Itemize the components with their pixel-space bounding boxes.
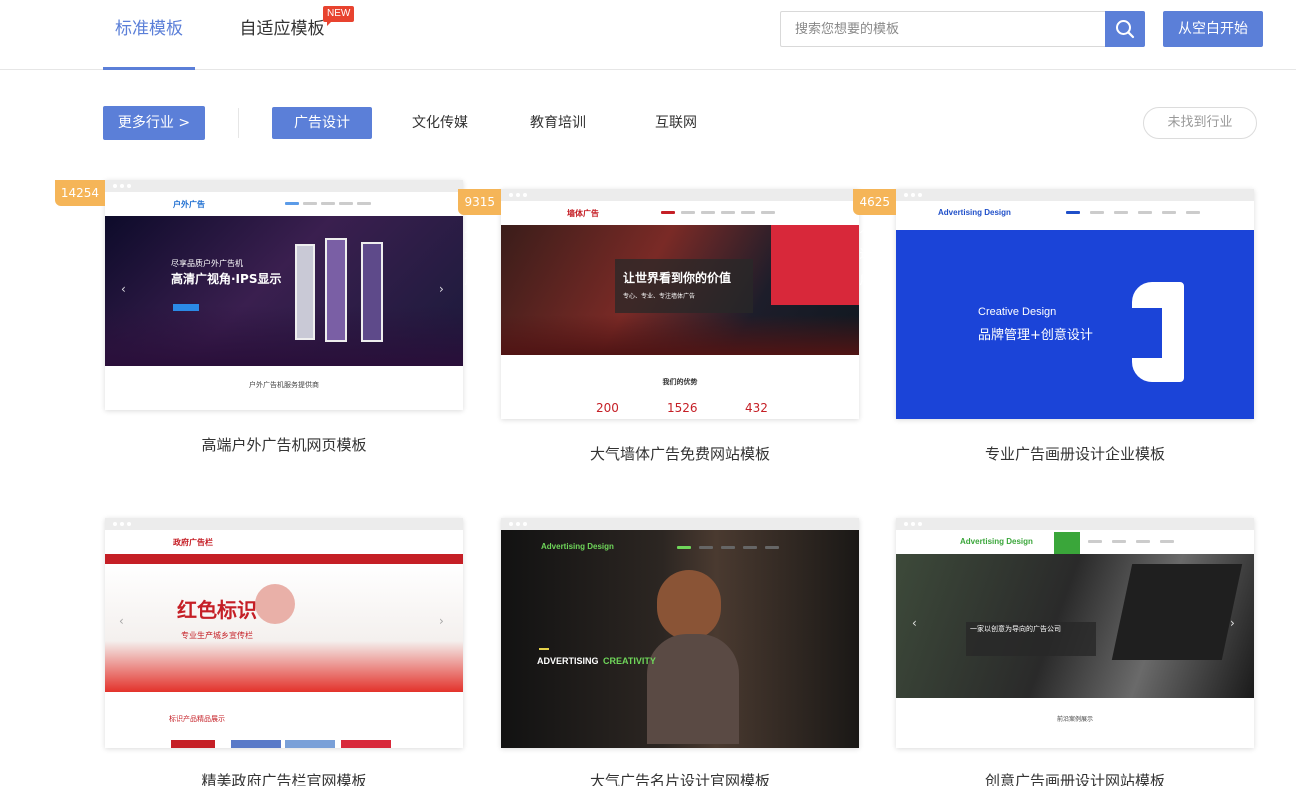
template-thumbnail: 户外广告 尽享品质户外广告机 高清广视角·IPS显示 ‹ › 户外广告机服务提供… xyxy=(105,180,463,410)
preview-hero-subtitle: Creative Design xyxy=(978,306,1057,318)
search-icon xyxy=(1116,20,1135,39)
template-title[interactable]: 大气墙体广告免费网站模板 xyxy=(501,443,859,464)
browser-bar xyxy=(105,518,463,530)
template-thumbnail: 墙体广告 让世界看到你的价值 专心、专业、专注墙体广告 我们的优势 200 15… xyxy=(501,189,859,419)
preview-logo: Advertising Design xyxy=(541,542,614,551)
browser-bar xyxy=(501,189,859,201)
preview-section-title: 前沿案例展示 xyxy=(1056,716,1093,723)
preview-hero-title: 高清广视角·IPS显示 xyxy=(171,272,282,286)
preview-section-title: 标识产品精品展示 xyxy=(169,715,225,723)
preview-hero: Creative Design 品牌管理+创意设计 xyxy=(896,230,1254,419)
preview-section-title: 我们的优势 xyxy=(662,378,698,386)
next-arrow-icon: › xyxy=(1230,616,1235,630)
preview-logo: 户外广告 xyxy=(173,200,205,209)
preview-logo: Advertising Design xyxy=(960,537,1033,546)
preview-nav: Advertising Design xyxy=(896,201,1254,225)
template-thumbnail: Advertising Design Creative Design 品牌管理+… xyxy=(896,189,1254,419)
browser-bar xyxy=(896,518,1254,530)
category-culture-media[interactable]: 文化传媒 xyxy=(396,107,484,139)
preview-hero-title: 品牌管理+创意设计 xyxy=(978,328,1093,343)
usage-count-badge: 4625人最近使用 xyxy=(853,189,896,287)
preview-hero-title: 红色标识 xyxy=(177,598,257,622)
search-input[interactable] xyxy=(780,11,1106,47)
preview-hero-title: ADVERTISING xyxy=(537,656,599,666)
top-header: 标准模板 自适应模板 NEW 从空白开始 xyxy=(0,0,1296,70)
search-button[interactable] xyxy=(1105,11,1145,47)
usage-count-badge: 14254人最近使用 xyxy=(54,180,105,252)
next-arrow-icon: › xyxy=(439,614,444,628)
preview-stat: 432 xyxy=(745,401,768,415)
preview-hero-subtitle: 尽享品质户外广告机 xyxy=(171,259,243,268)
category-ad-design[interactable]: 广告设计 xyxy=(272,107,372,139)
template-thumbnail: 政府广告栏 红色标识 专业生产城乡宣传栏 ‹ › 标识产品精品展示 xyxy=(105,518,463,748)
template-title[interactable]: 专业广告画册设计企业模板 xyxy=(896,443,1254,464)
preview-hero: 红色标识 专业生产城乡宣传栏 ‹ › xyxy=(105,564,463,692)
preview-hero-subtitle: 专心、专业、专注墙体广告 xyxy=(623,293,696,300)
template-title[interactable]: 精美政府广告栏官网模板 xyxy=(105,770,463,786)
prev-arrow-icon: ‹ xyxy=(912,616,917,630)
preview-hero: 让世界看到你的价值 专心、专业、专注墙体广告 xyxy=(501,225,859,355)
preview-nav: 墙体广告 xyxy=(501,201,859,225)
browser-bar xyxy=(105,180,463,192)
prev-arrow-icon: ‹ xyxy=(119,614,124,628)
category-education[interactable]: 教育培训 xyxy=(514,107,602,139)
template-title[interactable]: 高端户外广告机网页模板 xyxy=(105,434,463,455)
preview-nav: Advertising Design xyxy=(896,530,1254,554)
template-thumbnail: Advertising Design 一家以创意为导向的广告公司 ‹ › 前沿案… xyxy=(896,518,1254,748)
preview-stat: 200 xyxy=(596,401,619,415)
preview-hero-title: 一家以创意为导向的广告公司 xyxy=(970,625,1061,633)
tab-responsive-templates[interactable]: 自适应模板 xyxy=(236,0,328,70)
more-industries-button[interactable]: 更多行业 > xyxy=(103,106,205,140)
preview-hero-subtitle: 专业生产城乡宣传栏 xyxy=(181,631,253,640)
preview-logo: Advertising Design xyxy=(938,208,1011,217)
browser-bar xyxy=(501,518,859,530)
category-internet[interactable]: 互联网 xyxy=(632,107,720,139)
preview-section-title: 户外广告机服务提供商 xyxy=(249,381,319,389)
preview-nav: 户外广告 xyxy=(105,192,463,216)
preview-hero-title: 让世界看到你的价值 xyxy=(623,271,732,285)
industry-not-found-button[interactable]: 未找到行业 xyxy=(1143,107,1257,139)
template-thumbnail: Advertising Design ADVERTISING CREATIVIT… xyxy=(501,518,859,748)
template-title[interactable]: 大气广告名片设计官网模板 xyxy=(501,770,859,786)
prev-arrow-icon: ‹ xyxy=(121,282,126,296)
preview-hero: Advertising Design ADVERTISING CREATIVIT… xyxy=(501,530,859,748)
tab-standard-templates[interactable]: 标准模板 xyxy=(103,0,195,70)
preview-logo: 政府广告栏 xyxy=(173,538,213,547)
preview-stat: 1526 xyxy=(667,401,698,415)
preview-nav: 政府广告栏 xyxy=(105,530,463,554)
browser-bar xyxy=(896,189,1254,201)
start-blank-button[interactable]: 从空白开始 xyxy=(1163,11,1263,47)
preview-hero: 一家以创意为导向的广告公司 ‹ › xyxy=(896,554,1254,698)
new-badge: NEW xyxy=(323,6,355,26)
usage-count-badge: 9315人最近使用 xyxy=(458,189,501,287)
preview-logo: 墙体广告 xyxy=(567,209,599,218)
preview-hero: 尽享品质户外广告机 高清广视角·IPS显示 ‹ › xyxy=(105,216,463,366)
preview-hero-accent: CREATIVITY xyxy=(603,656,656,666)
filter-divider xyxy=(238,108,239,138)
template-title[interactable]: 创意广告画册设计网站模板 xyxy=(896,770,1254,786)
next-arrow-icon: › xyxy=(439,282,444,296)
